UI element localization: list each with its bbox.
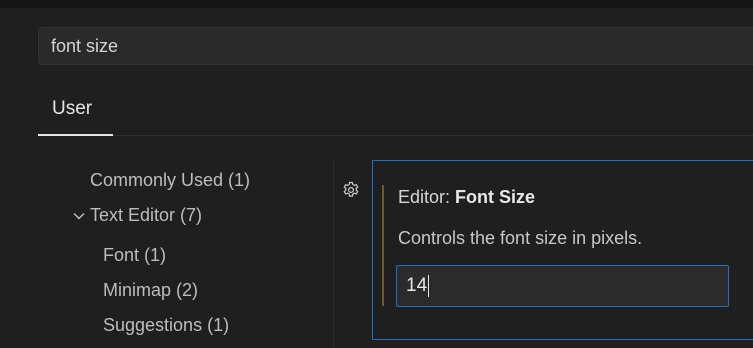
tab-user[interactable]: User: [38, 92, 113, 136]
gear-icon[interactable]: [342, 181, 360, 199]
font-size-value: 14: [406, 275, 428, 296]
toc-divider: [333, 158, 334, 348]
toc-item-suggestions[interactable]: Suggestions (1): [103, 315, 229, 336]
setting-category: Editor:: [398, 187, 456, 207]
tab-user-label: User: [52, 98, 93, 119]
setting-name: Font Size: [455, 187, 536, 207]
font-size-input[interactable]: 14: [396, 265, 729, 307]
chevron-down-icon[interactable]: [72, 209, 86, 223]
toc-item-commonly-used[interactable]: Commonly Used (1): [90, 170, 250, 191]
setting-title: Editor: Font Size: [398, 187, 535, 208]
search-query: font size: [51, 35, 119, 56]
modified-indicator: [382, 185, 384, 306]
tabs-divider: [113, 135, 753, 136]
toc-item-minimap[interactable]: Minimap (2): [103, 280, 198, 301]
title-bar: [0, 0, 753, 8]
setting-description: Controls the font size in pixels.: [398, 228, 643, 248]
toc-item-font[interactable]: Font (1): [103, 245, 166, 266]
toc-item-text-editor[interactable]: Text Editor (7): [90, 205, 202, 226]
settings-search-input[interactable]: font size: [38, 27, 753, 65]
text-caret: [428, 275, 430, 297]
settings-editor: font size User Commonly Used (1) Text Ed…: [0, 0, 753, 348]
